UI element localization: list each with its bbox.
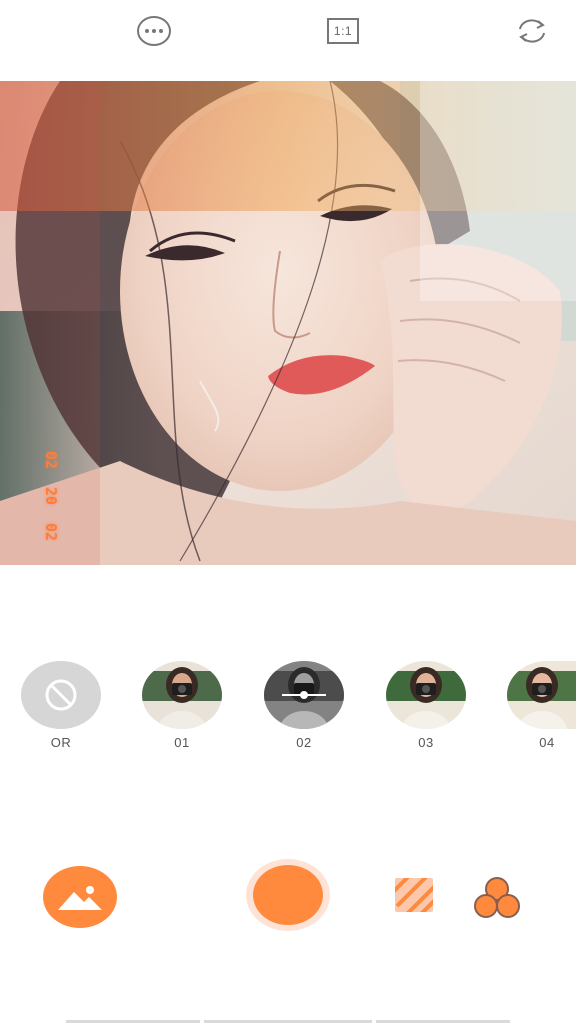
filter-label: 01 [174, 735, 190, 750]
preview-image [0, 81, 576, 565]
blend-circles-icon [474, 877, 520, 918]
filter-label: 02 [296, 735, 312, 750]
nav-segment [376, 1020, 510, 1023]
filter-strip: OR 01 02 03 04 [0, 658, 576, 758]
camera-preview[interactable]: 02 20 02 [0, 81, 576, 565]
filter-preview-image [386, 661, 466, 729]
texture-stripes-icon [395, 878, 433, 912]
camera-switch-icon [519, 19, 545, 43]
more-options-button[interactable] [136, 13, 172, 49]
filter-02[interactable]: 02 [264, 658, 348, 758]
filter-label: 04 [539, 735, 555, 750]
filter-thumbnail [142, 661, 222, 729]
bottom-toolbar [0, 850, 576, 950]
nav-segment [204, 1020, 372, 1023]
filter-04[interactable]: 04 [507, 658, 576, 758]
filter-label: 03 [418, 735, 434, 750]
blend-button[interactable] [470, 874, 524, 920]
filter-03[interactable]: 03 [386, 658, 470, 758]
filter-none[interactable]: OR [21, 658, 105, 758]
filter-thumbnail [21, 661, 101, 729]
aspect-ratio-button[interactable]: 1:1 [326, 13, 360, 49]
adjust-slider-icon [282, 691, 326, 699]
filter-preview-image [142, 661, 222, 729]
gallery-button[interactable] [43, 866, 117, 928]
filter-label: OR [50, 735, 72, 750]
top-toolbar: 1:1 [0, 0, 576, 60]
filter-thumbnail [386, 661, 466, 729]
gallery-mountain-icon [58, 886, 102, 910]
shutter-button[interactable] [246, 859, 330, 931]
filter-thumbnail [507, 661, 576, 729]
date-stamp-part: 02 [42, 522, 60, 542]
texture-button[interactable] [393, 876, 435, 916]
date-stamp-part: 02 [42, 450, 60, 470]
filter-preview-image [507, 661, 576, 729]
date-stamp-part: 20 [42, 486, 60, 506]
filter-01[interactable]: 01 [142, 658, 226, 758]
shutter-core [253, 865, 323, 925]
more-horizontal-icon [137, 16, 171, 46]
nav-segment [66, 1020, 200, 1023]
filter-thumbnail [264, 661, 344, 729]
system-nav-bar [0, 1017, 576, 1024]
switch-camera-button[interactable] [514, 13, 550, 49]
aspect-ratio-label: 1:1 [333, 24, 353, 38]
date-stamp: 02 20 02 [36, 451, 66, 541]
no-filter-icon [45, 679, 77, 711]
